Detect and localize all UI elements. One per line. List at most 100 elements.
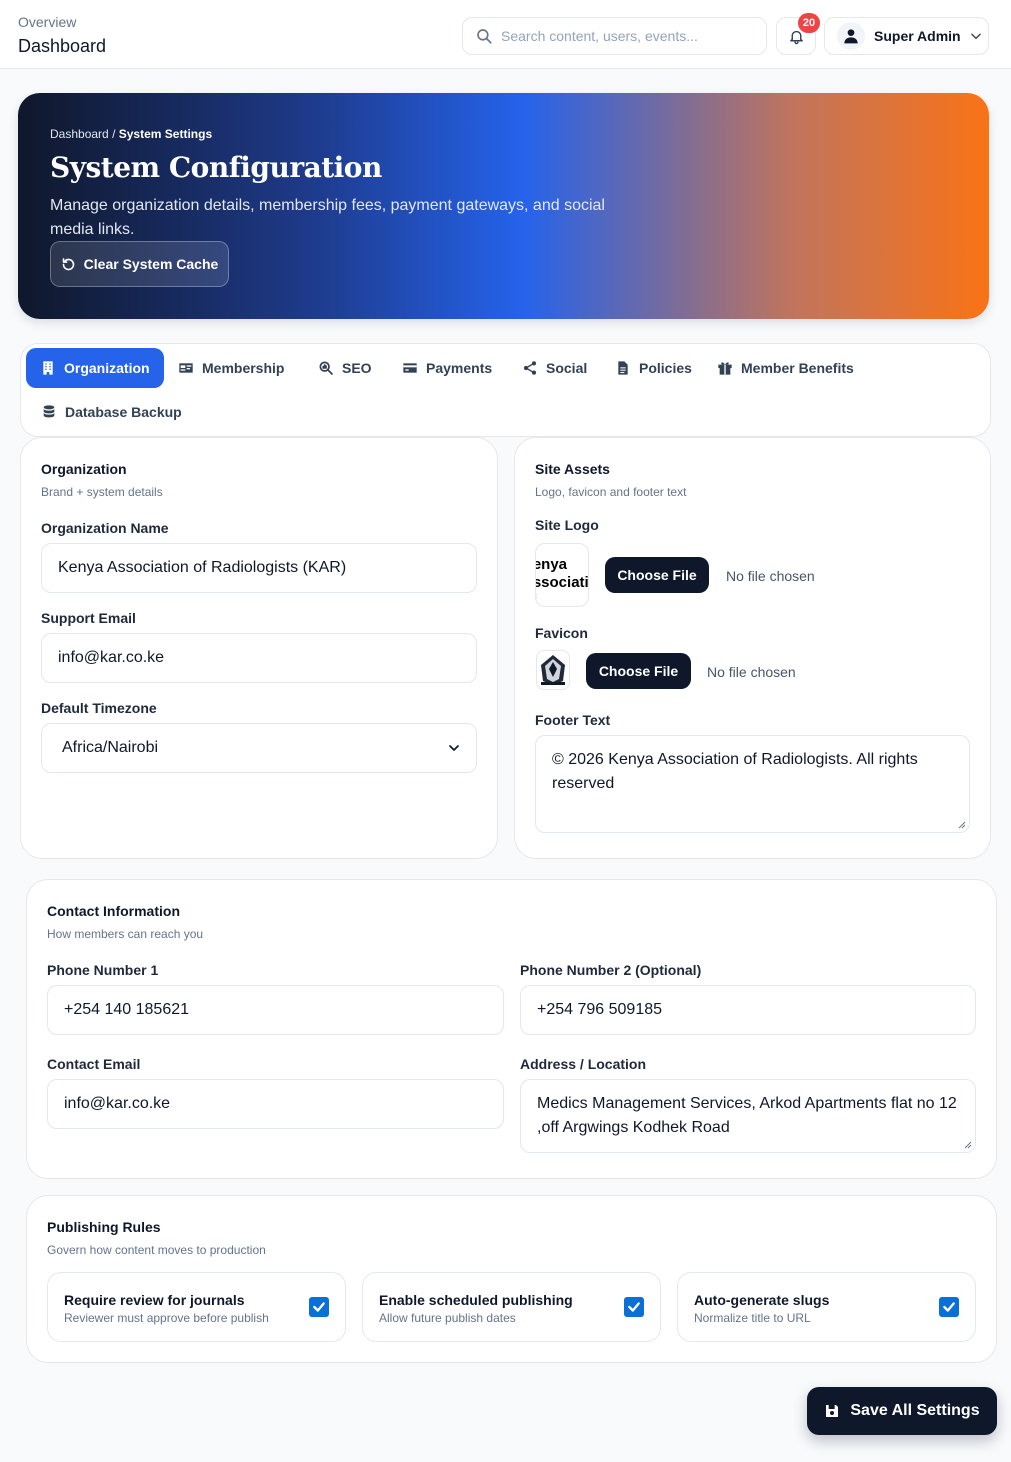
organization-name-input[interactable]: Kenya Association of Radiologists (KAR)	[41, 543, 477, 593]
search-icon	[477, 29, 492, 44]
rule-title: Auto-generate slugs	[694, 1292, 830, 1308]
support-email-input[interactable]: info@kar.co.ke	[41, 633, 477, 683]
address-label: Address / Location	[520, 1056, 647, 1072]
tab-policies[interactable]: Policies	[601, 348, 706, 388]
database-icon	[43, 405, 55, 418]
file-icon	[618, 361, 628, 375]
top-bar: Overview Dashboard 20 Super Admin	[0, 0, 1011, 69]
tab-label: Database Backup	[65, 404, 182, 420]
tab-label: Organization	[64, 360, 150, 376]
page-title: Dashboard	[18, 36, 107, 56]
tab-payments[interactable]: Payments	[388, 348, 506, 388]
tab-label: Payments	[426, 360, 493, 376]
logo-choose-file-button[interactable]: Choose File	[605, 557, 709, 593]
hero-banner: Dashboard / System Settings System Confi…	[18, 93, 989, 319]
address-value: Medics Management Services, Arkod Apartm…	[537, 1095, 957, 1136]
page-overline: Overview	[18, 14, 77, 30]
save-button-label: Save All Settings	[850, 1402, 980, 1419]
breadcrumb-root[interactable]: Dashboard	[50, 127, 109, 141]
phone2-input[interactable]: +254 796 509185	[520, 985, 976, 1035]
site-logo-preview: Kenya Association of Radiologists	[535, 543, 589, 607]
search-box[interactable]	[462, 17, 767, 55]
tab-member-benefits[interactable]: Member Benefits	[703, 348, 868, 388]
chevron-down-icon	[449, 745, 459, 751]
rule-auto-slugs[interactable]: Auto-generate slugs Normalize title to U…	[677, 1272, 976, 1342]
site-logo-image: Kenya Association of Radiologists	[536, 556, 589, 606]
address-input[interactable]: Medics Management Services, Arkod Apartm…	[520, 1079, 976, 1153]
refresh-icon	[62, 257, 74, 270]
hero-title: System Configuration	[50, 151, 382, 184]
favicon-preview	[536, 650, 570, 690]
share-icon	[523, 361, 537, 375]
tab-membership[interactable]: Membership	[164, 348, 298, 388]
rule-scheduled-publishing[interactable]: Enable scheduled publishing Allow future…	[362, 1272, 661, 1342]
rule-subtitle: Normalize title to URL	[694, 1311, 811, 1325]
phone1-input[interactable]: +254 140 185621	[47, 985, 504, 1035]
site-assets-card: Site Assets Logo, favicon and footer tex…	[514, 437, 991, 859]
save-all-settings-button[interactable]: Save All Settings	[807, 1387, 997, 1435]
site-logo-label: Site Logo	[535, 517, 599, 533]
rule-require-review[interactable]: Require review for journals Reviewer mus…	[47, 1272, 346, 1342]
user-menu[interactable]: Super Admin	[824, 17, 989, 55]
clear-cache-label: Clear System Cache	[83, 256, 219, 272]
rule-title: Require review for journals	[64, 1292, 245, 1308]
footer-text-input[interactable]: © 2026 Kenya Association of Radiologists…	[535, 735, 970, 833]
checkmark-icon	[628, 1302, 640, 1312]
organization-card: Organization Brand + system details Orga…	[20, 437, 498, 859]
organization-name-label: Organization Name	[41, 520, 169, 536]
phone2-label: Phone Number 2 (Optional)	[520, 962, 702, 978]
footer-text-value: © 2026 Kenya Association of Radiologists…	[552, 751, 918, 792]
favicon-choose-file-button[interactable]: Choose File	[586, 653, 691, 689]
scheduled-publishing-checkbox[interactable]	[624, 1297, 644, 1317]
hero-description: Manage organization details, membership …	[50, 197, 605, 238]
section-title: Organization	[41, 461, 127, 477]
user-icon	[844, 29, 858, 44]
breadcrumb-current: System Settings	[118, 127, 213, 141]
tab-label: Social	[546, 360, 588, 376]
floppy-disk-icon	[826, 1405, 839, 1417]
breadcrumb: Dashboard / System Settings	[50, 127, 212, 141]
search-chart-icon	[319, 361, 333, 375]
contact-email-input[interactable]: info@kar.co.ke	[47, 1079, 504, 1129]
section-title: Site Assets	[535, 461, 610, 477]
auto-slugs-checkbox[interactable]	[939, 1297, 959, 1317]
search-input[interactable]	[501, 28, 751, 44]
timezone-value: Africa/Nairobi	[62, 739, 159, 756]
crest-emblem-icon	[541, 655, 565, 685]
timezone-select[interactable]: Africa/Nairobi	[41, 723, 477, 773]
credit-card-icon	[403, 363, 417, 373]
tab-label: SEO	[342, 360, 372, 376]
resize-handle-icon[interactable]	[964, 1141, 972, 1149]
resize-handle-icon[interactable]	[958, 821, 966, 829]
tab-social[interactable]: Social	[508, 348, 601, 388]
avatar	[837, 22, 865, 50]
rule-title: Enable scheduled publishing	[379, 1292, 573, 1308]
clear-cache-button[interactable]: Clear System Cache	[50, 241, 229, 287]
contact-email-label: Contact Email	[47, 1056, 141, 1072]
id-card-icon	[179, 363, 193, 373]
rule-subtitle: Allow future publish dates	[379, 1311, 516, 1325]
tab-organization[interactable]: Organization	[26, 348, 164, 388]
logo-file-status: No file chosen	[726, 568, 815, 584]
checkmark-icon	[313, 1302, 325, 1312]
favicon-file-status: No file chosen	[707, 664, 796, 680]
section-subtitle: Brand + system details	[41, 485, 163, 499]
tab-seo[interactable]: SEO	[304, 348, 386, 388]
section-subtitle: How members can reach you	[47, 927, 204, 941]
footer-text-label: Footer Text	[535, 712, 611, 728]
notification-badge: 20	[798, 13, 820, 33]
tab-database-backup[interactable]: Database Backup	[27, 392, 196, 432]
breadcrumb-separator: /	[112, 127, 116, 141]
favicon-label: Favicon	[535, 625, 588, 641]
publishing-rules-card: Publishing Rules Govern how content move…	[26, 1195, 997, 1363]
building-icon	[43, 361, 53, 375]
require-review-checkbox[interactable]	[309, 1297, 329, 1317]
gift-icon	[718, 362, 732, 375]
checkmark-icon	[943, 1302, 955, 1312]
settings-tabs: Organization Membership SEO Payments Soc…	[20, 343, 991, 437]
chevron-down-icon	[970, 33, 981, 40]
section-title: Publishing Rules	[47, 1219, 161, 1235]
rule-subtitle: Reviewer must approve before publish	[64, 1311, 269, 1325]
section-subtitle: Govern how content moves to production	[47, 1243, 266, 1257]
section-subtitle: Logo, favicon and footer text	[535, 485, 687, 499]
